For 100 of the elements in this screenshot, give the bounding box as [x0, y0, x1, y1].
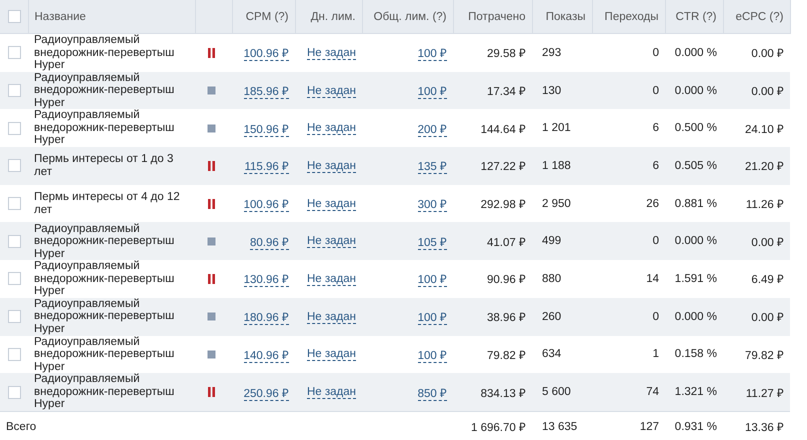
row-checkbox[interactable] [8, 197, 21, 210]
campaign-name: Пермь интересы от 1 до 3 лет [34, 153, 174, 178]
ecpc-value: 11.26 ₽ [746, 199, 784, 212]
total-impressions: 13 635 [542, 420, 578, 433]
total-clicks: 127 [640, 420, 659, 433]
spent-value: 834.13 ₽ [480, 388, 526, 400]
ctr-value: 0.505 % [674, 160, 717, 172]
cpm-link[interactable]: 100.96 ₽ [244, 199, 289, 212]
stop-icon[interactable] [207, 86, 216, 96]
impressions-value: 880 [542, 272, 562, 285]
row-checkbox[interactable] [8, 310, 21, 324]
daily-limit-link[interactable]: Не задан [306, 348, 356, 362]
spent-value: 38.96 ₽ [487, 312, 526, 324]
row-checkbox[interactable] [8, 46, 21, 60]
pause-icon[interactable] [207, 48, 216, 58]
row-checkbox[interactable] [8, 386, 21, 399]
impressions-value: 260 [542, 310, 562, 323]
pause-icon[interactable] [207, 198, 216, 209]
column-header[interactable]: Название [34, 10, 86, 22]
clicks-value: 0 [652, 46, 659, 59]
total-label: Всего [6, 420, 36, 433]
ecpc-value: 6.49 ₽ [751, 274, 784, 286]
spent-value: 127.22 ₽ [480, 161, 526, 174]
clicks-value: 1 [652, 348, 659, 360]
total-limit-link[interactable]: 100 ₽ [418, 86, 447, 100]
ecpc-value: 24.10 ₽ [745, 124, 784, 136]
campaign-name: Радиоуправляемый внедорожник-перевертыш Hyper [34, 373, 174, 410]
clicks-value: 74 [646, 386, 659, 398]
total-limit-link[interactable]: 105 ₽ [418, 236, 447, 250]
total-limit-link[interactable]: 300 ₽ [418, 199, 447, 212]
campaign-name: Радиоуправляемый внедорожник-перевертыш Hyper [34, 222, 174, 260]
clicks-value: 0 [652, 310, 659, 323]
campaign-name: Радиоуправляемый внедорожник-перевертыш Hyper [34, 72, 174, 109]
impressions-value: 130 [542, 84, 562, 97]
ctr-value: 1.591 % [674, 272, 717, 285]
clicks-value: 26 [646, 198, 659, 210]
total-limit-link[interactable]: 135 ₽ [418, 161, 447, 174]
total-limit-link[interactable]: 850 ₽ [418, 388, 447, 401]
impressions-value: 2 950 [542, 198, 571, 210]
total-ecpc: 13.36 ₽ [745, 422, 784, 434]
impressions-value: 634 [542, 348, 562, 360]
impressions-value: 293 [542, 46, 562, 59]
cpm-link[interactable]: 150.96 ₽ [244, 124, 289, 137]
pause-icon[interactable] [207, 160, 216, 171]
row-checkbox[interactable] [8, 272, 21, 286]
daily-limit-link[interactable]: Не задан [306, 122, 356, 136]
impressions-value: 1 188 [542, 160, 571, 172]
campaign-name: Радиоуправляемый внедорожник-перевертыш Hyper [34, 109, 174, 146]
campaign-name: Радиоуправляемый внедорожник-перевертыш Hyper [34, 260, 174, 298]
cpm-link[interactable]: 130.96 ₽ [244, 274, 289, 288]
impressions-value: 5 600 [542, 386, 571, 398]
row-checkbox[interactable] [8, 348, 21, 361]
pause-icon[interactable] [207, 274, 216, 284]
clicks-value: 14 [646, 272, 659, 285]
impressions-value: 499 [542, 235, 562, 248]
daily-limit-link[interactable]: Не задан [306, 198, 356, 211]
total-ctr: 0.931 % [674, 420, 717, 433]
campaign-name: Пермь интересы от 4 до 12 лет [34, 191, 180, 216]
ecpc-value: 21.20 ₽ [745, 161, 784, 174]
impressions-value: 1 201 [542, 122, 571, 134]
row-checkbox[interactable] [8, 234, 21, 248]
cpm-link[interactable]: 140.96 ₽ [244, 350, 289, 363]
clicks-value: 6 [652, 122, 659, 134]
ecpc-value: 0.00 ₽ [751, 236, 784, 249]
pause-icon[interactable] [207, 387, 216, 398]
ctr-value: 0.158 % [674, 348, 717, 360]
cpm-link[interactable]: 100.96 ₽ [244, 48, 289, 62]
stop-icon[interactable] [207, 350, 216, 359]
spent-value: 79.82 ₽ [487, 350, 526, 362]
total-limit-link[interactable]: 100 ₽ [418, 48, 447, 62]
ctr-value: 1.321 % [674, 386, 717, 398]
total-limit-link[interactable]: 100 ₽ [418, 350, 447, 363]
row-checkbox[interactable] [8, 84, 21, 98]
total-limit-link[interactable]: 100 ₽ [418, 312, 447, 326]
campaign-name: Радиоуправляемый внедорожник-перевертыш Hyper [34, 298, 174, 335]
row-checkbox[interactable] [8, 159, 21, 172]
spent-value: 292.98 ₽ [480, 199, 526, 212]
stop-icon[interactable] [207, 312, 216, 322]
ecpc-value: 0.00 ₽ [751, 312, 784, 324]
daily-limit-link[interactable]: Не задан [306, 46, 356, 60]
ctr-value: 0.000 % [674, 310, 717, 323]
total-spent: 1 696.70 ₽ [471, 422, 526, 434]
clicks-value: 0 [652, 235, 659, 248]
total-limit-link[interactable]: 200 ₽ [418, 124, 447, 137]
ctr-value: 0.000 % [674, 235, 717, 248]
spent-value: 144.64 ₽ [480, 124, 526, 136]
total-limit-link[interactable]: 100 ₽ [418, 274, 447, 288]
ctr-value: 0.000 % [674, 46, 717, 59]
row-checkbox[interactable] [8, 122, 21, 135]
stop-icon[interactable] [207, 236, 216, 246]
daily-limit-link[interactable]: Не задан [306, 272, 356, 286]
ecpc-value: 11.27 ₽ [746, 388, 784, 400]
campaign-name: Радиоуправляемый внедорожник-перевертыш Hyper [34, 336, 174, 373]
ctr-value: 0.500 % [674, 122, 717, 134]
spent-value: 90.96 ₽ [487, 274, 526, 286]
clicks-value: 6 [652, 160, 659, 172]
spent-value: 29.58 ₽ [487, 48, 526, 60]
spent-value: 41.07 ₽ [487, 236, 526, 249]
stop-icon[interactable] [207, 124, 216, 133]
select-all-checkbox[interactable] [8, 10, 21, 23]
